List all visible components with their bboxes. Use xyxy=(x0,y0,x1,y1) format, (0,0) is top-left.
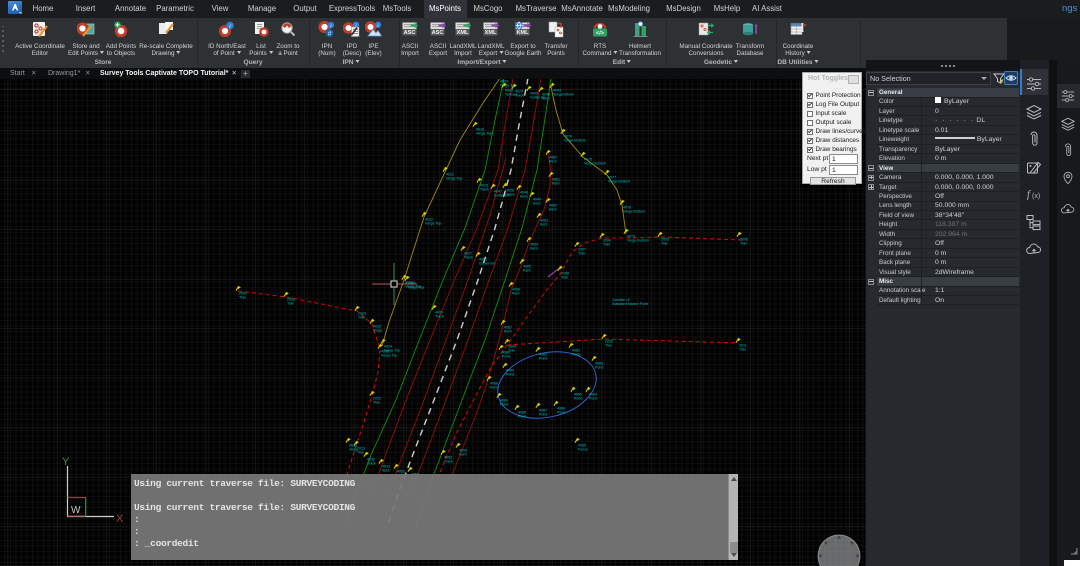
svg-text:4066Kerb: 4066Kerb xyxy=(512,288,520,296)
svg-text:4049Kerb: 4049Kerb xyxy=(533,198,541,206)
svg-text:ASC: ASC xyxy=(404,30,416,36)
svg-text:2001Trav: 2001Trav xyxy=(239,292,247,300)
svg-text:2005Trav: 2005Trav xyxy=(661,238,669,246)
svg-text:4085Pond: 4085Pond xyxy=(574,393,582,401)
svg-text:(x): (x) xyxy=(1032,193,1040,200)
svg-text:4080Pond: 4080Pond xyxy=(502,351,510,359)
svg-text:4090Pond: 4090Pond xyxy=(506,369,514,377)
svg-text:4075Verge Bottom: 4075Verge Bottom xyxy=(584,158,606,166)
svg-text:f: f xyxy=(1027,190,1031,201)
svg-text:4078Verge Bottom: 4078Verge Bottom xyxy=(623,206,645,214)
svg-text:</>: </> xyxy=(596,31,604,37)
svg-text:4025Track: 4025Track xyxy=(480,184,489,192)
svg-text:4089Pond: 4089Pond xyxy=(500,399,508,407)
svg-text:Junction ofStandard Marker Poi: Junction ofStandard Marker Point xyxy=(612,298,648,306)
svg-text:#: # xyxy=(328,31,332,38)
svg-text:4063Kerb: 4063Kerb xyxy=(540,219,548,227)
svg-text:4079Verge Bottom: 4079Verge Bottom xyxy=(627,235,649,243)
svg-text:4086Pond: 4086Pond xyxy=(557,407,565,415)
svg-text:4012Verge Top: 4012Verge Top xyxy=(425,218,441,226)
svg-text:4065Kerb: 4065Kerb xyxy=(523,265,531,273)
svg-text:4068Kerb: 4068Kerb xyxy=(490,382,498,390)
svg-text:4027Track: 4027Track xyxy=(464,252,473,260)
svg-text:4033Kerb: 4033Kerb xyxy=(382,465,390,473)
svg-text:4043Tangent/born: 4043Tangent/born xyxy=(553,89,574,97)
svg-text:2006Trav: 2006Trav xyxy=(740,238,748,246)
svg-text:XML: XML xyxy=(457,30,469,36)
svg-text:4081Pond: 4081Pond xyxy=(539,353,547,361)
svg-text:4055Fence: 4055Fence xyxy=(578,444,588,452)
svg-text:4062Kerb: 4062Kerb xyxy=(549,204,557,212)
svg-text:4011Verge Top: 4011Verge Top xyxy=(446,173,462,181)
svg-text:2002Trav: 2002Trav xyxy=(287,298,295,306)
svg-text:4087Pond: 4087Pond xyxy=(539,409,547,417)
svg-text:ASC: ASC xyxy=(432,30,444,36)
svg-text:4026Track: 4026Track xyxy=(506,189,515,197)
svg-text:4010Verge Top: 4010Verge Top xyxy=(476,128,492,136)
svg-text:2004Trav: 2004Trav xyxy=(603,239,611,247)
svg-text:4024Track: 4024Track xyxy=(515,90,524,98)
svg-text:2003Trav: 2003Trav xyxy=(358,312,366,320)
svg-text:4083Pond: 4083Pond xyxy=(595,362,603,370)
svg-text:2010Trav: 2010Trav xyxy=(605,340,613,348)
svg-text:4060Kerb: 4060Kerb xyxy=(549,156,557,164)
svg-text:4054Kerb: 4054Kerb xyxy=(459,449,467,457)
svg-text:4084Pond: 4084Pond xyxy=(589,393,597,401)
svg-text:2012Trav: 2012Trav xyxy=(373,397,381,405)
svg-text:4029Track: 4029Track xyxy=(435,311,444,319)
svg-text:4076Verge Bottom: 4076Verge Bottom xyxy=(564,135,586,143)
svg-text:4032Track: 4032Track xyxy=(367,458,376,466)
svg-text:XML: XML xyxy=(485,30,497,36)
svg-text:W: W xyxy=(71,505,81,516)
svg-text:4088Pond: 4088Pond xyxy=(518,411,526,419)
svg-text:4064Kerb: 4064Kerb xyxy=(530,243,538,251)
svg-text:4031Verge: 4031Verge xyxy=(349,444,358,452)
svg-text:4053Track: 4053Track xyxy=(444,456,453,464)
svg-text:KML: KML xyxy=(516,30,529,36)
svg-text:2007Trav: 2007Trav xyxy=(578,248,586,256)
svg-text:4030Verge Top: 4030Verge Top xyxy=(408,282,424,290)
svg-text:4082Pond: 4082Pond xyxy=(572,349,580,357)
svg-text:2011Trav: 2011Trav xyxy=(739,344,747,352)
svg-text:4015Verge: 4015Verge xyxy=(373,325,382,333)
svg-text:4045Kerb: 4045Kerb xyxy=(542,93,550,101)
svg-text:2008Trav: 2008Trav xyxy=(561,272,569,280)
svg-text:4061Kerb: 4061Kerb xyxy=(552,178,560,186)
svg-text:4050Gutter Inv: 4050Gutter Inv xyxy=(479,258,495,266)
svg-text:X: X xyxy=(116,513,124,525)
svg-text:4077Verge Bottom: 4077Verge Bottom xyxy=(608,176,630,184)
svg-text:4048Kerb: 4048Kerb xyxy=(520,191,528,199)
svg-text:Y: Y xyxy=(62,456,70,468)
svg-text:4067Kerb: 4067Kerb xyxy=(504,326,512,334)
